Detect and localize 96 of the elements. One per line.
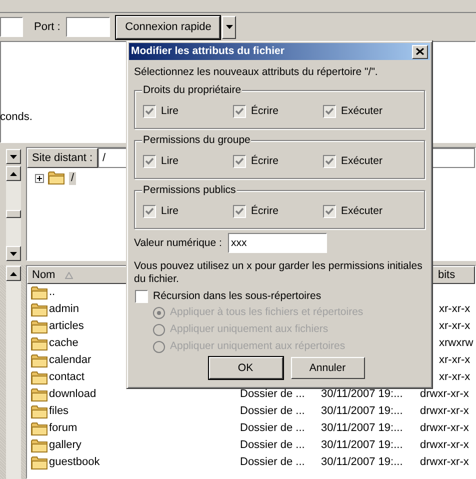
tree-item[interactable]: / (69, 172, 76, 184)
scroll-up-button[interactable] (6, 166, 21, 181)
table-cell: xr-xr-x (439, 320, 470, 332)
port-label: Port : (34, 20, 60, 34)
checkbox-label: Lire (161, 105, 179, 118)
file-name[interactable]: gallery (49, 439, 82, 452)
checkbox-label: Écrire (251, 155, 278, 168)
checkbox[interactable] (233, 155, 246, 168)
numeric-field[interactable]: xxx (228, 233, 327, 253)
folder-icon (31, 336, 48, 350)
table-cell: Dossier de ... (240, 405, 305, 417)
file-name[interactable]: calendar (49, 354, 92, 367)
file-name[interactable]: download (49, 388, 96, 401)
down-arrow-icon (10, 154, 17, 158)
log-line: conds. (0, 111, 32, 124)
file-name[interactable]: files (49, 405, 69, 418)
close-button[interactable] (412, 44, 428, 58)
table-cell: 30/11/2007 19:... (321, 456, 403, 468)
checkbox[interactable] (143, 205, 156, 218)
table-cell: drwxr-xr-x (420, 456, 469, 468)
checkbox-label: Écrire (251, 205, 278, 218)
close-icon (416, 48, 424, 55)
table-cell: 30/11/2007 19:... (321, 422, 403, 434)
folder-icon (31, 370, 48, 384)
group-title: Droits du propriétaire (142, 84, 242, 97)
file-name[interactable]: contact (49, 371, 84, 384)
sort-icon (65, 272, 74, 278)
table-cell: Dossier de ... (240, 422, 305, 434)
checkbox[interactable] (323, 155, 336, 168)
table-cell: xr-xr-x (439, 371, 470, 383)
scrollbar[interactable] (6, 265, 21, 479)
table-cell: drwxr-xr-x (420, 388, 469, 400)
checkbox[interactable] (323, 105, 336, 118)
scrollbar[interactable] (6, 166, 21, 261)
window-title: Modifier les attributs du fichier (131, 45, 284, 58)
checkbox[interactable] (233, 105, 246, 118)
folder-icon (48, 171, 65, 185)
table-cell: xr-xr-x (439, 354, 470, 366)
table-cell: drwxr-xr-x (420, 439, 469, 451)
checkbox-label: Lire (161, 155, 179, 168)
folder-icon (31, 302, 48, 316)
table-cell: xr-xr-x (439, 303, 470, 315)
checkbox[interactable] (323, 205, 336, 218)
file-name[interactable]: forum (49, 422, 78, 435)
numeric-label: Valeur numérique : (134, 236, 222, 250)
quick-connect-button[interactable]: Connexion rapide (116, 16, 220, 38)
folder-icon (31, 422, 48, 436)
intro-text: Sélectionnez les nouveaux attributs du répertoire "/". (134, 66, 379, 79)
down-arrow-icon (10, 252, 17, 256)
scroll-down-button[interactable] (6, 246, 21, 261)
remote-site-label: Site distant : (27, 148, 98, 168)
checkbox[interactable] (143, 105, 156, 118)
folder-icon (31, 286, 48, 300)
folder-icon (31, 404, 48, 418)
table-cell: drwxr-xr-x (420, 405, 469, 417)
host-field[interactable] (0, 17, 23, 37)
folder-icon (31, 320, 48, 334)
file-name[interactable]: cache (49, 337, 78, 350)
scroll-up-button[interactable] (6, 266, 21, 281)
checkbox[interactable] (135, 290, 148, 303)
table-cell: drwxr-xr-x (420, 422, 469, 434)
table-cell: 30/11/2007 19:... (321, 405, 403, 417)
checkbox[interactable] (233, 205, 246, 218)
group-title: Permissions du groupe (142, 134, 252, 147)
checkbox-label: Exécuter (341, 155, 382, 168)
checkbox-label: Récursion dans les sous-répertoires (153, 290, 322, 303)
checkbox-label: Écrire (251, 105, 278, 118)
up-arrow-icon (10, 172, 17, 176)
folder-icon (31, 438, 48, 452)
dropdown-button[interactable] (222, 16, 236, 38)
table-cell: 30/11/2007 19:... (321, 388, 403, 400)
file-name[interactable]: articles (49, 320, 84, 333)
checkbox-label: Exécuter (341, 105, 382, 118)
folder-icon (31, 388, 48, 402)
scroll-thumb[interactable] (6, 210, 21, 218)
expand-icon[interactable] (35, 174, 44, 182)
table-cell: Dossier de ... (240, 439, 305, 451)
port-field[interactable] (66, 17, 110, 37)
ok-button[interactable]: OK (208, 357, 282, 379)
checkbox-label: Lire (161, 205, 179, 218)
folder-icon (31, 456, 48, 470)
file-name[interactable]: admin (49, 303, 79, 316)
table-cell: xrwxrw (439, 337, 474, 349)
dropdown-button[interactable] (6, 149, 21, 164)
cancel-button[interactable]: Annuler (290, 357, 364, 379)
file-name[interactable]: guestbook (49, 456, 100, 469)
caret-icon (226, 25, 233, 29)
checkbox[interactable] (143, 155, 156, 168)
table-cell: Dossier de ... (240, 388, 305, 400)
group-title: Permissions publics (142, 184, 237, 197)
checkbox-label: Exécuter (341, 205, 382, 218)
table-cell: 30/11/2007 19:... (321, 439, 403, 451)
folder-icon (31, 354, 48, 368)
table-cell: Dossier de ... (240, 456, 305, 468)
up-arrow-icon (10, 272, 17, 276)
file-name[interactable]: .. (49, 286, 56, 299)
